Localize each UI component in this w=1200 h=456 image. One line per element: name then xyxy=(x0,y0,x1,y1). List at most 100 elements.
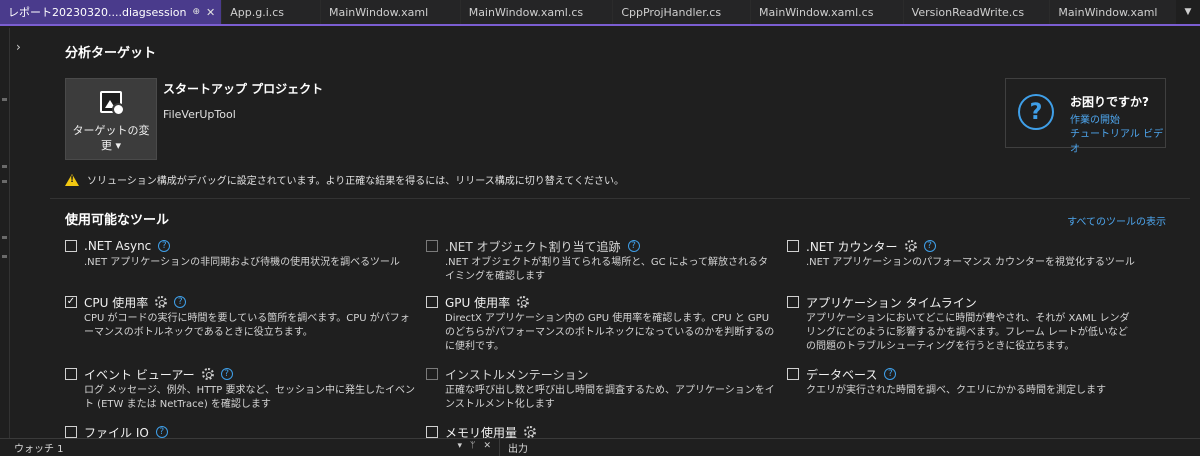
help-icon[interactable]: ? xyxy=(220,368,233,380)
tool-description: .NET オブジェクトが割り当てられる場所と、GC によって解放されるタイミング… xyxy=(445,257,768,282)
close-icon[interactable]: ✕ xyxy=(483,441,491,451)
available-tools-title: 使用可能なツール xyxy=(65,213,170,228)
show-all-tools-link[interactable]: すべてのツールの表示 xyxy=(1067,213,1166,228)
close-icon[interactable]: ✕ xyxy=(206,6,215,19)
analysis-target-title: 分析ターゲット xyxy=(65,46,157,61)
gutter-marker xyxy=(2,180,7,183)
pin-icon[interactable]: ᛘ xyxy=(470,441,475,451)
watch-title: ウォッチ 1 xyxy=(14,444,64,455)
gear-icon[interactable] xyxy=(517,296,530,308)
gear-icon[interactable] xyxy=(155,296,168,308)
tool-description: ログ メッセージ、例外、HTTP 要求など、セッション中に発生したイベント (E… xyxy=(84,385,415,410)
watch-window-tab[interactable]: ウォッチ 1 ▾ ᛘ ✕ xyxy=(0,438,500,456)
tool-gpu-usage[interactable]: GPU 使用率 DirectX アプリケーション内の GPU 使用率を確認します… xyxy=(426,294,776,354)
help-title: お困りですか? xyxy=(1070,95,1149,109)
tab-label: MainWindow.xaml.cs xyxy=(759,5,874,19)
tool-checkbox[interactable] xyxy=(65,426,77,438)
tool-description: .NET アプリケーションの非同期および待機の使用状況を調べるツール xyxy=(84,257,400,268)
change-target-label: ターゲットの変更 ▾ xyxy=(72,124,150,152)
question-icon: ? xyxy=(1018,94,1054,130)
dropdown-icon[interactable]: ▾ xyxy=(458,441,463,451)
document-tab-strip: レポート20230320....diagsession ⊕ ✕ App.g.i.… xyxy=(0,0,1200,26)
tool-checkbox[interactable] xyxy=(426,240,438,252)
tool-checkbox[interactable] xyxy=(65,240,77,252)
help-card: ? お困りですか? 作業の開始 チュートリアル ビデオ xyxy=(1005,78,1166,155)
tab-cppprojhandler-cs[interactable]: CppProjHandler.cs xyxy=(613,0,752,24)
tool-database[interactable]: データベース? クエリが実行された時間を調べ、クエリにかかる時間を測定します xyxy=(787,366,1137,398)
tab-mainwindow-xaml-cs[interactable]: MainWindow.xaml.cs xyxy=(460,0,614,24)
getting-started-link[interactable]: 作業の開始 xyxy=(1070,111,1120,126)
tool-checkbox[interactable] xyxy=(787,240,799,252)
tab-app-g-i-cs[interactable]: App.g.i.cs xyxy=(222,0,322,24)
tool-checkbox[interactable] xyxy=(426,368,438,380)
tool-dotnet-async[interactable]: .NET Async? .NET アプリケーションの非同期および待機の使用状況を… xyxy=(65,238,415,270)
tab-label: MainWindow.xaml xyxy=(329,5,429,19)
tab-label: CppProjHandler.cs xyxy=(621,5,722,19)
gutter-marker xyxy=(2,98,7,101)
tool-checkbox-checked[interactable]: ✓ xyxy=(65,296,77,308)
help-icon[interactable]: ? xyxy=(158,240,171,252)
tool-name: GPU 使用率 xyxy=(445,295,511,310)
release-config-warning: ソリューション構成がデバッグに設定されています。より正確な結果を得るには、リリー… xyxy=(65,172,624,187)
tool-name: インストルメンテーション xyxy=(445,367,589,382)
gear-icon[interactable] xyxy=(904,240,917,252)
watch-window-controls: ▾ ᛘ ✕ xyxy=(458,441,491,451)
gear-icon[interactable] xyxy=(524,426,537,438)
tool-checkbox[interactable] xyxy=(426,426,438,438)
help-icon[interactable]: ? xyxy=(155,426,168,438)
tool-name: .NET オブジェクト割り当て追跡 xyxy=(445,239,621,254)
tutorial-video-link[interactable]: チュートリアル ビデオ xyxy=(1070,125,1165,155)
tool-event-viewer[interactable]: イベント ビューアー? ログ メッセージ、例外、HTTP 要求など、セッション中… xyxy=(65,366,415,412)
gutter-marker xyxy=(2,165,7,168)
tool-object-allocation[interactable]: .NET オブジェクト割り当て追跡? .NET オブジェクトが割り当てられる場所… xyxy=(426,238,776,284)
tab-label: App.g.i.cs xyxy=(230,5,285,19)
startup-project-title: スタートアップ プロジェクト xyxy=(163,82,324,96)
bottom-tool-windows: ウォッチ 1 ▾ ᛘ ✕ 出力 xyxy=(0,438,1200,456)
tool-description: クエリが実行された時間を調べ、クエリにかかる時間を測定します xyxy=(806,385,1106,396)
change-target-button[interactable]: ターゲットの変更 ▾ xyxy=(65,78,157,160)
tab-label: MainWindow.xaml.cs xyxy=(468,5,584,19)
tool-instrumentation[interactable]: インストルメンテーション 正確な呼び出し数と呼び出し時間を調査するため、アプリケ… xyxy=(426,366,776,412)
tool-name: CPU 使用率 xyxy=(84,295,149,310)
tool-cpu-usage[interactable]: ✓ CPU 使用率? CPU がコードの実行に時間を要している箇所を調べます。CP… xyxy=(65,294,415,340)
help-icon[interactable]: ? xyxy=(884,368,897,380)
tab-mainwindow-xaml[interactable]: MainWindow.xaml xyxy=(321,0,461,24)
tab-overflow-icon[interactable]: ▼ xyxy=(1176,0,1200,24)
tab-label: レポート20230320....diagsession xyxy=(8,6,187,19)
help-icon[interactable]: ? xyxy=(923,240,936,252)
tab-versionreadwrite-cs[interactable]: VersionReadWrite.cs xyxy=(903,0,1051,24)
tab-label: MainWindow.xaml xyxy=(1058,5,1158,19)
tool-checkbox[interactable] xyxy=(787,368,799,380)
warning-text: ソリューション構成がデバッグに設定されています。より正確な結果を得るには、リリー… xyxy=(87,176,624,187)
tool-name: .NET Async xyxy=(84,239,152,253)
output-window-tab[interactable]: 出力 xyxy=(500,440,528,455)
diagnostic-session-panel: 分析ターゲット ターゲットの変更 ▾ スタートアップ プロジェクト FileVe… xyxy=(30,28,1200,440)
expand-chevron-icon[interactable]: › xyxy=(16,40,21,54)
tool-checkbox[interactable] xyxy=(787,296,799,308)
gutter-marker xyxy=(2,255,7,258)
warning-icon xyxy=(65,173,79,186)
help-icon[interactable]: ? xyxy=(627,240,640,252)
tool-description: 正確な呼び出し数と呼び出し時間を調査するため、アプリケーションをインストルメント… xyxy=(445,385,775,410)
target-app-icon xyxy=(100,91,125,116)
tool-name: アプリケーション タイムライン xyxy=(806,295,977,310)
gutter-marker xyxy=(2,236,7,239)
section-divider xyxy=(50,198,1190,199)
tool-dotnet-counters[interactable]: .NET カウンター? .NET アプリケーションのパフォーマンス カウンターを… xyxy=(787,238,1137,270)
tab-diagsession[interactable]: レポート20230320....diagsession ⊕ ✕ xyxy=(0,0,223,24)
gear-icon[interactable] xyxy=(201,368,214,380)
tool-application-timeline[interactable]: アプリケーション タイムライン アプリケーションにおいてどこに時間が費やされ、そ… xyxy=(787,294,1137,354)
tool-description: DirectX アプリケーション内の GPU 使用率を確認します。CPU と G… xyxy=(445,313,775,352)
tool-name: データベース xyxy=(806,367,878,382)
tab-mainwindow-xaml-cs-2[interactable]: MainWindow.xaml.cs xyxy=(751,0,904,24)
tool-name: .NET カウンター xyxy=(806,239,898,254)
tool-description: アプリケーションにおいてどこに時間が費やされ、それが XAML レンダリングにど… xyxy=(806,313,1130,352)
tool-name: イベント ビューアー xyxy=(84,367,195,382)
tool-checkbox[interactable] xyxy=(65,368,77,380)
left-gutter xyxy=(0,28,10,438)
tool-description: CPU がコードの実行に時間を要している箇所を調べます。CPU がパフォーマンス… xyxy=(84,313,410,338)
pin-icon[interactable]: ⊕ xyxy=(192,7,200,17)
tool-checkbox[interactable] xyxy=(426,296,438,308)
tool-description: .NET アプリケーションのパフォーマンス カウンターを視覚化するツール xyxy=(806,257,1135,268)
help-icon[interactable]: ? xyxy=(174,296,187,308)
